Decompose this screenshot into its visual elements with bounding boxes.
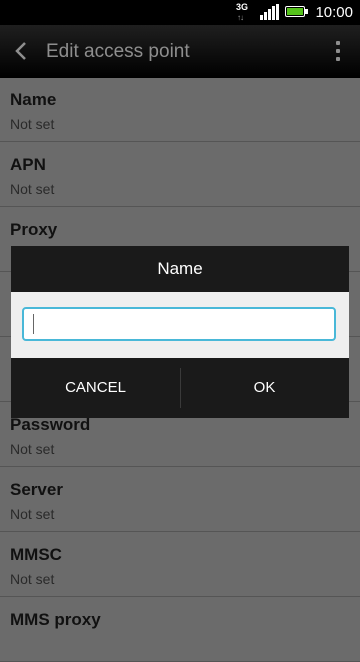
name-dialog: Name CANCEL OK bbox=[11, 246, 349, 418]
network-type-label: 3G bbox=[236, 2, 249, 12]
setting-summary: Not set bbox=[10, 506, 55, 522]
cancel-button[interactable]: CANCEL bbox=[11, 358, 180, 418]
setting-row-mmsc[interactable]: MMSC Not set bbox=[0, 533, 360, 597]
data-activity-icon: ↑↓ bbox=[237, 13, 244, 22]
setting-title: MMS proxy bbox=[10, 610, 101, 629]
setting-title: Password bbox=[10, 415, 91, 434]
network-3g-icon: 3G ↑↓ bbox=[236, 2, 252, 24]
overflow-menu-icon bbox=[336, 41, 340, 45]
text-cursor bbox=[33, 314, 34, 334]
setting-row-apn[interactable]: APN Not set bbox=[0, 143, 360, 207]
chevron-left-icon bbox=[15, 42, 26, 60]
action-bar: Edit access point bbox=[0, 25, 360, 78]
ok-button[interactable]: OK bbox=[180, 358, 349, 418]
setting-row-name[interactable]: Name Not set bbox=[0, 78, 360, 142]
page-title: Edit access point bbox=[46, 41, 190, 62]
status-time: 10:00 bbox=[315, 4, 353, 21]
back-button[interactable] bbox=[10, 39, 34, 63]
overflow-menu-button[interactable] bbox=[336, 41, 342, 63]
setting-summary: Not set bbox=[10, 441, 55, 457]
battery-icon bbox=[285, 6, 308, 17]
setting-summary: Not set bbox=[10, 181, 55, 197]
setting-title: Server bbox=[10, 480, 63, 499]
name-input[interactable] bbox=[22, 307, 336, 341]
dialog-title: Name bbox=[157, 259, 203, 278]
setting-title: APN bbox=[10, 155, 46, 174]
dialog-body bbox=[11, 292, 349, 358]
setting-title: Proxy bbox=[10, 220, 58, 239]
setting-row-server[interactable]: Server Not set bbox=[0, 468, 360, 532]
setting-summary: Not set bbox=[10, 116, 55, 132]
setting-title: Name bbox=[10, 90, 57, 109]
status-bar: 3G ↑↓ 10:00 bbox=[0, 0, 360, 25]
setting-summary: Not set bbox=[10, 571, 55, 587]
setting-title: MMSC bbox=[10, 545, 62, 564]
dialog-buttons: CANCEL OK bbox=[11, 358, 349, 418]
signal-strength-icon bbox=[260, 4, 280, 20]
setting-row-mms-proxy[interactable]: MMS proxy bbox=[0, 598, 360, 662]
